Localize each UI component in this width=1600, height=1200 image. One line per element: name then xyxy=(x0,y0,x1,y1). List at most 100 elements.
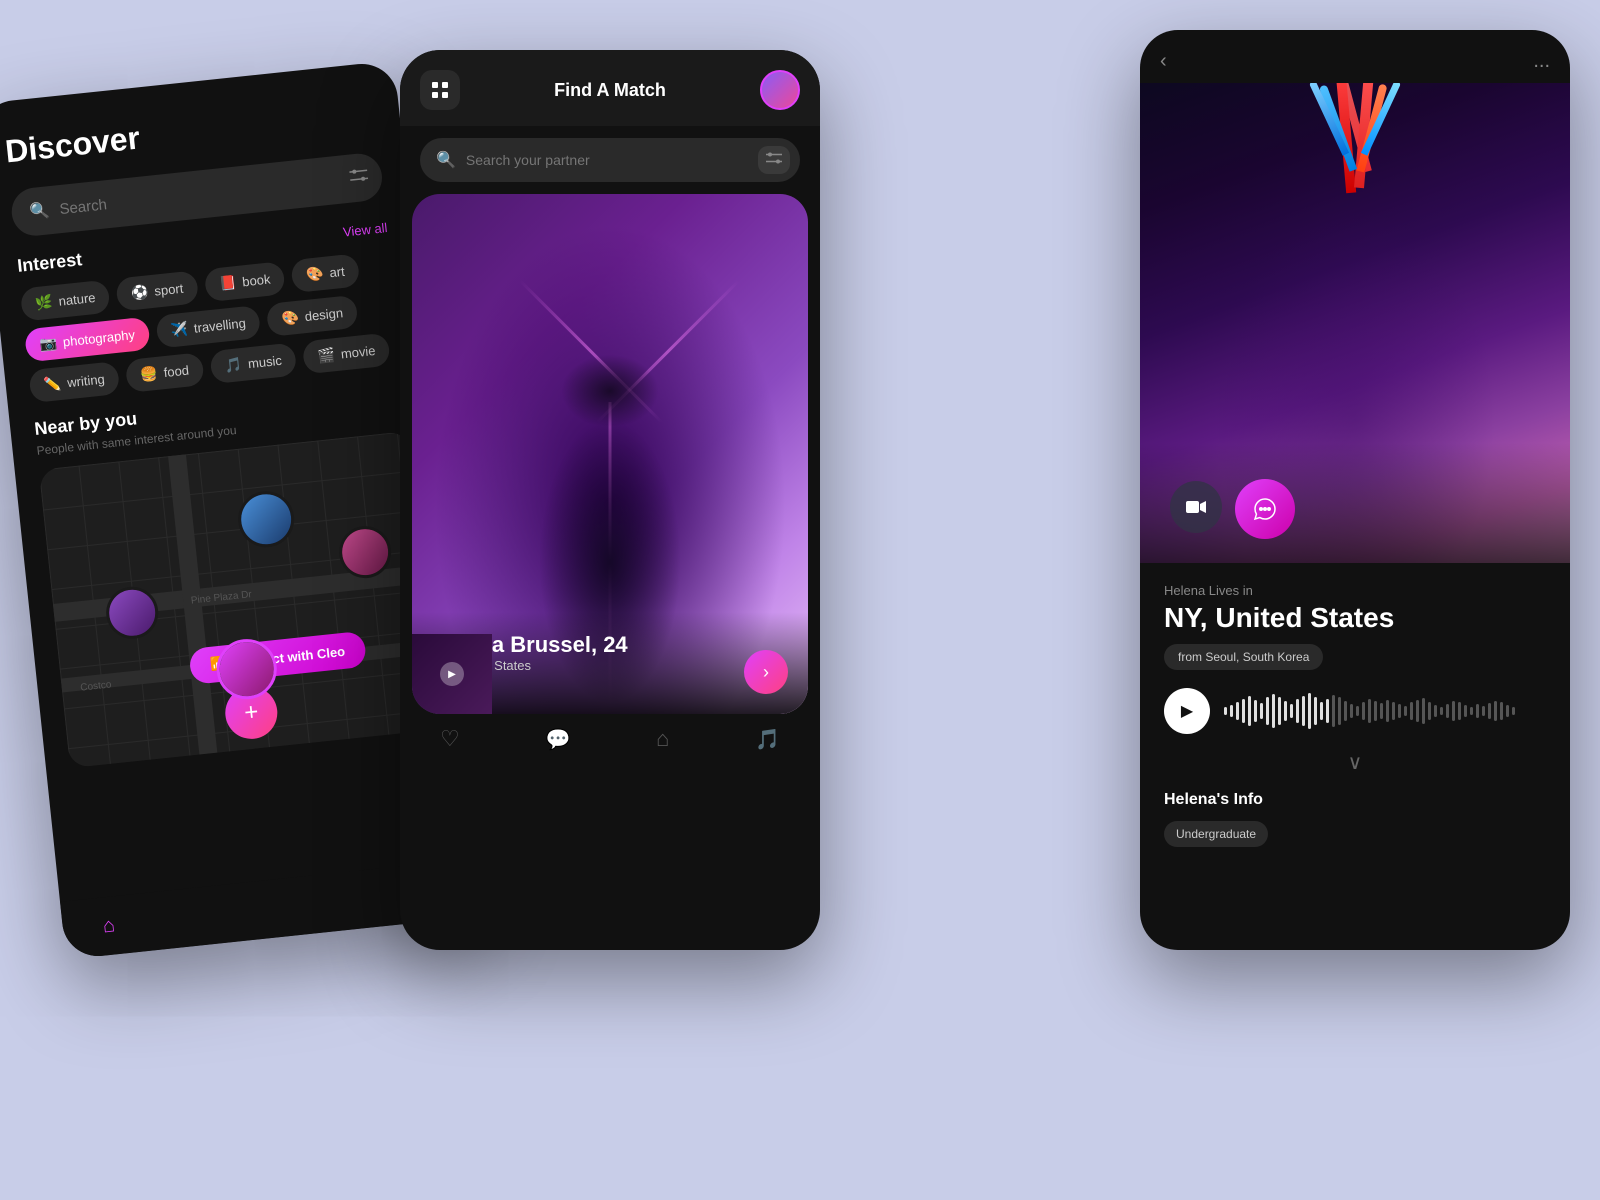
tag-movie[interactable]: 🎬 movie xyxy=(302,333,391,375)
tag-design[interactable]: 🎨 design xyxy=(266,295,359,337)
card-thumbnail-bg: ▶ xyxy=(412,634,492,714)
wave-bar xyxy=(1392,702,1395,720)
wave-bar xyxy=(1398,704,1401,718)
wave-bar xyxy=(1500,702,1503,720)
wave-bar xyxy=(1506,705,1509,717)
wave-bar xyxy=(1284,701,1287,721)
search-input-left[interactable] xyxy=(59,169,365,218)
map-background: Pine Plaza Dr Costco xyxy=(39,431,440,768)
wave-bar xyxy=(1464,705,1467,717)
right-phone: ‹ ... xyxy=(1140,30,1570,950)
next-card-button[interactable]: › xyxy=(744,650,788,694)
wave-bar xyxy=(1368,699,1371,723)
tag-art[interactable]: 🎨 art xyxy=(291,253,361,293)
wave-bar xyxy=(1230,705,1233,717)
match-card[interactable]: Helena Brussel, 24 📍 United States 💼 Mod… xyxy=(412,194,808,714)
wave-bar xyxy=(1290,704,1293,718)
waveform xyxy=(1224,689,1515,733)
filter-btn-middle[interactable] xyxy=(758,146,790,174)
chat-button[interactable] xyxy=(1235,479,1295,539)
middle-search-bar[interactable]: 🔍 xyxy=(420,138,800,182)
filter-icon-left[interactable] xyxy=(349,167,369,188)
wave-bar xyxy=(1224,707,1227,715)
wave-bar xyxy=(1332,695,1335,727)
tag-nature[interactable]: 🌿 nature xyxy=(20,280,111,322)
view-all-interests[interactable]: View all xyxy=(342,220,388,240)
nav-heart-icon[interactable]: ♡ xyxy=(440,726,460,752)
wave-bar xyxy=(1380,703,1383,719)
info-chips-row: Undergraduate xyxy=(1164,821,1546,847)
wave-bar xyxy=(1470,707,1473,715)
tag-photography[interactable]: 📷 photography xyxy=(24,317,150,363)
middle-header: Find A Match xyxy=(400,50,820,126)
search-input-middle[interactable] xyxy=(466,152,784,168)
wave-bar xyxy=(1326,699,1329,723)
connect-button[interactable]: 📶 Connect with Cleo xyxy=(188,631,366,685)
right-info-section: Helena Lives in NY, United States from S… xyxy=(1140,563,1570,867)
wave-bar xyxy=(1458,702,1461,720)
lives-in-label: Helena Lives in xyxy=(1164,583,1546,598)
wave-bar xyxy=(1512,707,1515,715)
video-call-button[interactable] xyxy=(1170,481,1222,533)
middle-profile-avatar[interactable] xyxy=(760,70,800,110)
wave-bar xyxy=(1308,693,1311,729)
card-thumbnail[interactable]: ▶ xyxy=(412,634,492,714)
more-options-icon[interactable]: ... xyxy=(1533,50,1550,73)
wave-bar xyxy=(1476,704,1479,718)
wave-bar xyxy=(1488,703,1491,719)
nav-home-icon[interactable]: ⌂ xyxy=(102,914,116,938)
wave-bar xyxy=(1416,700,1419,722)
tag-travelling[interactable]: ✈️ travelling xyxy=(155,305,261,349)
location-title: NY, United States xyxy=(1164,602,1546,634)
middle-title: Find A Match xyxy=(554,80,666,101)
back-arrow-icon[interactable]: ‹ xyxy=(1160,50,1167,73)
interest-title: Interest xyxy=(16,249,83,277)
tag-book[interactable]: 📕 book xyxy=(203,261,286,302)
nav-music-icon[interactable]: 🎵 xyxy=(755,727,780,752)
wave-bar xyxy=(1452,701,1455,721)
nav-home-icon-mid[interactable]: ⌂ xyxy=(656,726,669,752)
wave-bar xyxy=(1446,704,1449,718)
wave-bar xyxy=(1242,699,1245,723)
wave-bar xyxy=(1260,703,1263,719)
nearby-section: Near by you People with same interest ar… xyxy=(33,380,440,768)
wave-bar xyxy=(1254,700,1257,722)
tag-sport[interactable]: ⚽ sport xyxy=(116,270,199,311)
wave-bar xyxy=(1410,702,1413,720)
wave-bar xyxy=(1356,706,1359,716)
wave-bar xyxy=(1374,701,1377,721)
map-label-costco: Costco xyxy=(80,679,112,693)
interests-container: 🌿 nature ⚽ sport 📕 book 🎨 art 📷 photogra… xyxy=(20,250,402,403)
wave-bar xyxy=(1434,705,1437,717)
middle-bottom-nav: ♡ 💬 ⌂ 🎵 xyxy=(400,714,820,764)
wave-bar xyxy=(1482,706,1485,716)
play-button[interactable]: ▶ xyxy=(1164,688,1210,734)
wave-bar xyxy=(1272,694,1275,728)
wave-bar xyxy=(1236,702,1239,720)
wave-bar xyxy=(1302,696,1305,726)
chevron-down-icon[interactable]: ∨ xyxy=(1164,750,1546,775)
wave-bar xyxy=(1344,701,1347,721)
grid-icon[interactable] xyxy=(420,70,460,110)
tag-food[interactable]: 🍔 food xyxy=(125,352,205,393)
wave-bar xyxy=(1320,702,1323,720)
wave-bar xyxy=(1338,697,1341,725)
from-badge: from Seoul, South Korea xyxy=(1164,644,1323,670)
tag-music[interactable]: 🎵 music xyxy=(209,342,297,384)
hero-image xyxy=(1140,83,1570,563)
thumbnail-play-icon[interactable]: ▶ xyxy=(440,662,464,686)
wave-bar xyxy=(1428,702,1431,720)
info-chip-undergraduate: Undergraduate xyxy=(1164,821,1268,847)
wave-bar xyxy=(1314,697,1317,725)
search-icon-left: 🔍 xyxy=(29,200,51,222)
wave-bar xyxy=(1266,697,1269,725)
wave-bar xyxy=(1278,697,1281,725)
wave-bar xyxy=(1404,706,1407,716)
avatar-pin-1[interactable] xyxy=(236,488,298,550)
wave-bar xyxy=(1422,698,1425,724)
right-header: ‹ ... xyxy=(1140,30,1570,83)
nav-chat-icon[interactable]: 💬 xyxy=(545,727,570,752)
wave-bar xyxy=(1386,700,1389,722)
map-container: Pine Plaza Dr Costco xyxy=(39,431,440,768)
tag-writing[interactable]: ✏️ writing xyxy=(28,361,120,403)
